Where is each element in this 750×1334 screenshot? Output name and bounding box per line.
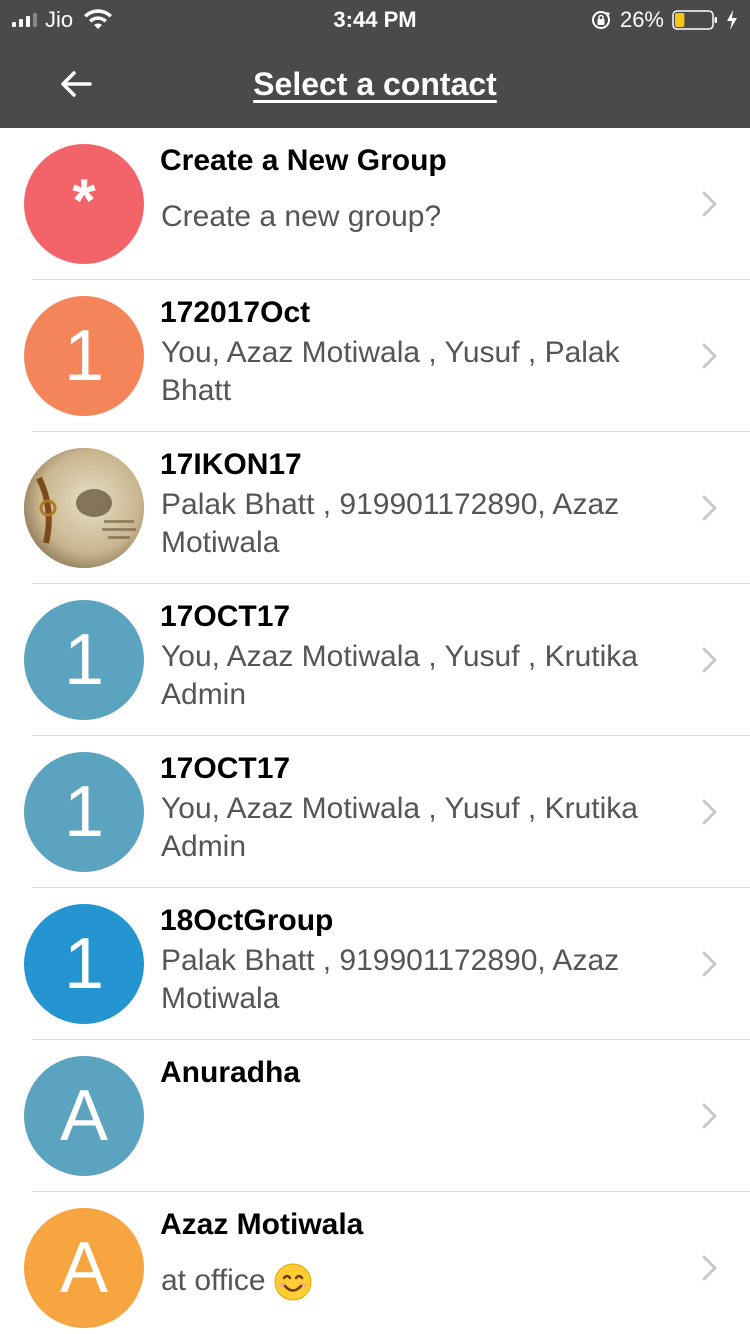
avatar: A — [24, 1208, 144, 1328]
contact-name: 172017Oct — [160, 296, 311, 329]
group-photo-image — [24, 448, 144, 568]
contact-subtitle: Palak Bhatt , 919901172890, Azaz Motiwal… — [161, 944, 620, 1015]
avatar: 1 — [24, 296, 144, 416]
contact-row[interactable]: 1 17OCT17 You, Azaz Motiwala , Yusuf , K… — [0, 736, 750, 888]
contact-row[interactable]: A Azaz Motiwala at office — [0, 1192, 750, 1334]
chevron-right-icon — [702, 951, 717, 977]
avatar-initial: 1 — [63, 316, 105, 396]
contact-name: Azaz Motiwala — [160, 1208, 364, 1241]
avatar-initial: 1 — [63, 924, 105, 1004]
nav-bar: Select a contact — [0, 40, 750, 128]
contact-row[interactable]: 1 18OctGroup Palak Bhatt , 919901172890,… — [0, 888, 750, 1040]
contact-subtitle: You, Azaz Motiwala , Yusuf , Krutika Adm… — [161, 640, 638, 711]
create-group-row[interactable]: * Create a New Group Create a new group? — [0, 128, 750, 280]
contact-name: 18OctGroup — [160, 904, 334, 937]
avatar-initial: 1 — [63, 772, 105, 852]
avatar: * — [24, 144, 144, 264]
contact-name: Anuradha — [160, 1056, 301, 1089]
chevron-right-icon — [702, 495, 717, 521]
chevron-right-icon — [702, 1255, 717, 1281]
contact-name: 17IKON17 — [160, 448, 302, 481]
contact-status: at office — [161, 1262, 681, 1301]
avatar: 1 — [24, 752, 144, 872]
contact-row[interactable]: A Anuradha — [0, 1040, 750, 1192]
contact-row[interactable]: 1 172017Oct You, Azaz Motiwala , Yusuf ,… — [0, 280, 750, 432]
chevron-right-icon — [702, 799, 717, 825]
status-bar: Jio 3:44 PM 26% — [0, 0, 750, 40]
avatar: 1 — [24, 904, 144, 1024]
smiley-emoji-icon — [274, 1263, 312, 1301]
contact-subtitle: You, Azaz Motiwala , Yusuf , Palak Bhatt — [161, 336, 620, 407]
chevron-right-icon — [702, 647, 717, 673]
charging-bolt-icon — [727, 10, 737, 30]
contact-row[interactable]: 17IKON17 Palak Bhatt , 919901172890, Aza… — [0, 432, 750, 584]
contact-name: 17OCT17 — [160, 752, 291, 785]
avatar-initial: * — [72, 166, 96, 234]
contact-subtitle: Create a new group? — [161, 200, 442, 233]
status-text: at office — [161, 1264, 266, 1297]
page-title: Select a contact — [253, 66, 497, 102]
battery-percent: 26% — [619, 7, 664, 32]
chevron-right-icon — [702, 191, 717, 217]
contact-name: Create a New Group — [160, 144, 447, 177]
contact-list: * Create a New Group Create a new group?… — [0, 128, 750, 1334]
status-right: 26% — [590, 7, 738, 32]
avatar-initial: 1 — [63, 620, 105, 700]
chevron-right-icon — [702, 343, 717, 369]
chevron-right-icon — [702, 1103, 717, 1129]
contact-row[interactable]: 1 17OCT17 You, Azaz Motiwala , Yusuf , K… — [0, 584, 750, 736]
rotation-lock-icon — [591, 11, 610, 29]
photo-avatar — [24, 448, 144, 568]
avatar-initial: A — [59, 1228, 109, 1308]
avatar: A — [24, 1056, 144, 1176]
avatar: 1 — [24, 600, 144, 720]
battery-icon — [672, 10, 717, 30]
avatar-initial: A — [59, 1076, 109, 1156]
contact-name: 17OCT17 — [160, 600, 291, 633]
contact-subtitle: You, Azaz Motiwala , Yusuf , Krutika Adm… — [161, 792, 638, 863]
app-header: Jio 3:44 PM 26% Select a contact — [0, 0, 750, 128]
contact-subtitle: Palak Bhatt , 919901172890, Azaz Motiwal… — [161, 488, 620, 559]
